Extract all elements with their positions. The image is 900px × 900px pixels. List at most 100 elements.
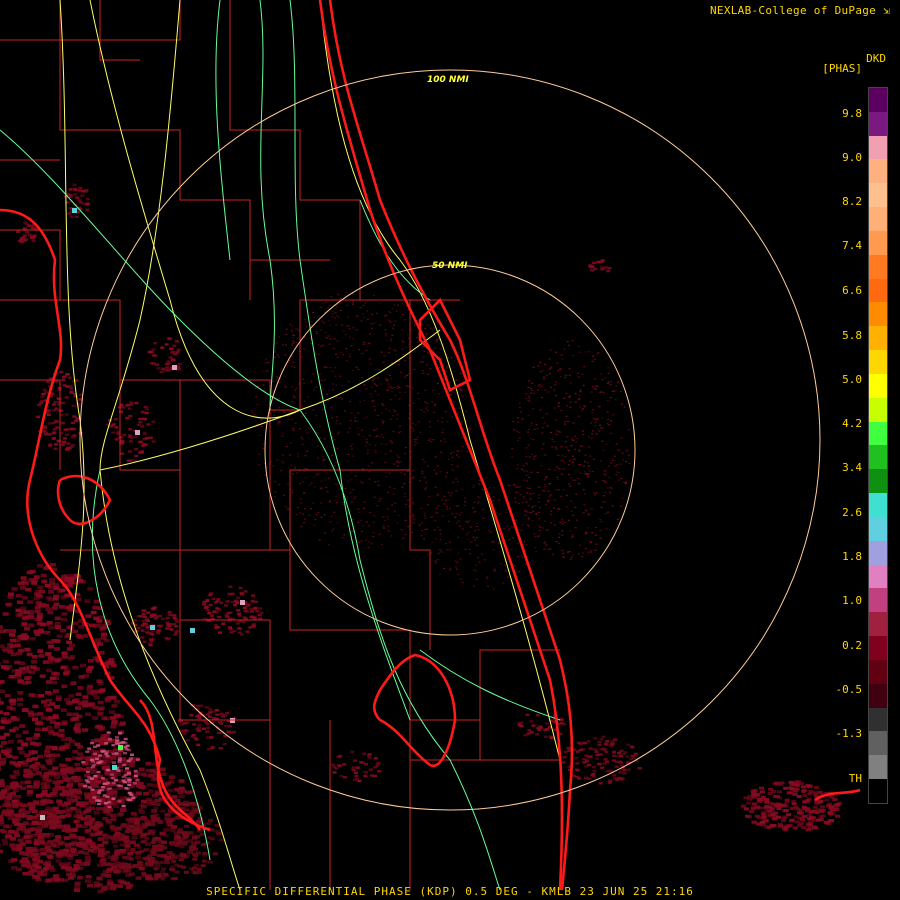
echo-cell (144, 819, 150, 823)
echo-cell (341, 324, 344, 326)
echo-cell (320, 320, 323, 322)
echo-cell (563, 397, 566, 399)
echo-cell (86, 669, 92, 674)
echo-cell (376, 435, 379, 437)
echo-cell (373, 377, 376, 379)
echo-cell (30, 866, 36, 871)
echo-cell (149, 350, 154, 353)
echo-cell (485, 477, 488, 479)
echo-cell (142, 418, 147, 421)
echo-cell (834, 808, 840, 811)
echo-cell (521, 418, 524, 420)
echo-cell (425, 332, 428, 334)
echo-cell (542, 489, 545, 491)
echo-cell (95, 799, 100, 802)
echo-cell (339, 310, 342, 312)
echo-cell (385, 379, 388, 381)
echo-cell (367, 318, 369, 320)
echo-cell (538, 384, 541, 386)
echo-cell (450, 452, 452, 454)
echo-cell (285, 446, 288, 448)
echo-cell (303, 522, 306, 524)
echo-cell (813, 826, 819, 830)
echo-cell (335, 384, 338, 386)
echo-cell (111, 431, 116, 434)
echo-cell (773, 811, 779, 815)
echo-cell (523, 497, 526, 499)
echo-cell (49, 771, 56, 775)
echo-cell (334, 375, 337, 377)
echo-cell (116, 826, 122, 830)
echo-cell (331, 763, 336, 766)
legend-swatch (869, 564, 887, 589)
echo-cell (328, 343, 331, 345)
echo-cell (327, 477, 330, 479)
echo-cell (556, 479, 559, 481)
echo-cell (11, 858, 18, 862)
echo-cell (420, 535, 423, 537)
echo-cell (590, 551, 593, 553)
echo-cell (168, 775, 175, 780)
echo-cell (313, 317, 316, 319)
echo-cell (26, 758, 33, 763)
echo-cell (166, 360, 171, 363)
echo-cell (372, 380, 374, 382)
echo-cell (5, 803, 12, 807)
echo-cell (45, 793, 52, 798)
echo-cell (577, 415, 580, 417)
echo-cell (111, 761, 116, 764)
echo-cell (100, 636, 107, 640)
echo-cell (561, 530, 564, 532)
echo-cell (0, 682, 1, 687)
legend-swatch (869, 88, 887, 112)
echo-cell (454, 560, 457, 562)
echo-cell (552, 440, 555, 443)
echo-cell (482, 517, 485, 519)
echo-cell (619, 778, 624, 781)
legend-swatch (869, 612, 887, 637)
echo-cell (68, 427, 73, 431)
echo-cell (19, 803, 26, 808)
echo-cell (133, 769, 138, 773)
echo-cell (373, 429, 376, 431)
echo-cell (391, 442, 393, 444)
echo-cell (145, 761, 152, 766)
echo-cell (398, 431, 401, 434)
echo-cell (38, 810, 45, 815)
echo-cell (17, 702, 24, 707)
echo-cell (53, 594, 60, 599)
echo-cell (575, 750, 580, 753)
echo-cell (427, 351, 429, 353)
echo-cell (421, 361, 424, 363)
echo-cell (19, 661, 26, 665)
echo-cell (151, 608, 156, 611)
echo-cell (399, 461, 402, 463)
echo-core-cell (135, 430, 140, 435)
echo-cell (528, 476, 531, 478)
echo-cell (387, 519, 390, 521)
echo-cell (281, 406, 284, 408)
echo-cell (68, 188, 73, 191)
echo-cell (562, 756, 567, 759)
echo-cell (217, 731, 221, 734)
echo-cell (138, 417, 143, 421)
echo-cell (37, 649, 44, 653)
echo-cell (427, 504, 430, 506)
echo-cell (515, 491, 518, 493)
echo-cell (322, 303, 325, 305)
echo-cell (209, 735, 214, 739)
echo-cell (541, 527, 544, 529)
echo-cell (25, 846, 32, 851)
echo-cell (578, 449, 581, 451)
echo-cell (481, 488, 484, 490)
legend-swatch (869, 779, 887, 803)
echo-cell (631, 756, 636, 759)
echo-cell (468, 548, 471, 551)
echo-cell (144, 832, 150, 836)
echo-cell (129, 840, 136, 845)
echo-cell (518, 402, 521, 404)
echo-cell (604, 481, 607, 483)
echo-cell (0, 689, 6, 694)
echo-cell (287, 509, 290, 511)
echo-cell (280, 370, 282, 372)
